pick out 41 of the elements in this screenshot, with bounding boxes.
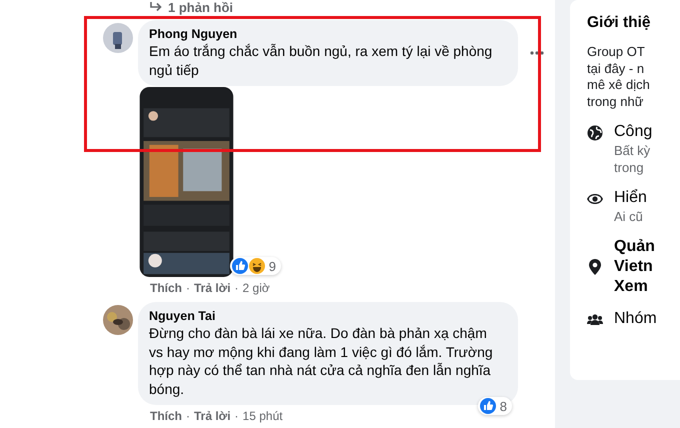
section-title: Giới thiệ [587,14,652,32]
avatar [103,305,133,335]
info-line: Bất kỳ [614,142,652,159]
info-title-line: Quản [614,237,655,257]
reply-arrow-icon [149,1,163,13]
separator-dot: · [234,409,239,424]
globe-icon [587,125,603,141]
eye-icon [587,191,603,207]
reaction-count: 9 [230,257,281,275]
comment-action-link[interactable]: Trả lời [194,281,231,296]
location-pin-icon [587,259,603,275]
comment-action-link[interactable]: Thích [150,281,182,296]
separator-dot: · [186,281,190,296]
info-title: Hiển [614,188,647,208]
author-name[interactable]: Phong Nguyen [149,27,494,42]
reaction-count: 8 [478,397,512,415]
description-line: trong nhữ [587,94,644,110]
avatar [103,23,133,53]
comment-time: 2 giờ [242,281,270,296]
comment-time: 15 phút [242,409,283,424]
separator-dot: · [234,281,239,296]
info-line: Ai cũ [614,208,644,225]
description-line: tại đây - n [587,60,646,77]
replies-link[interactable]: 1 phản hồi [168,0,233,14]
people-icon [587,312,603,328]
comment-action-link[interactable]: Trả lời [194,409,231,424]
info-title: Nhóm [614,309,657,329]
like-icon [232,258,248,274]
like-icon [480,398,496,414]
comment-text: Đừng cho đàn bà lái xe nữa. Do đàn bà phản xạ chậm vs hay mơ mộng khi đang làm 1 việc gì đó lắm. Trường hợp này có thể tan nhà nát cửa cả nghĩa đen lẫn nghĩa bóng. [149,324,494,398]
author-name[interactable]: Nguyen Tai [149,309,494,324]
laugh-icon [248,258,265,274]
info-title: Công [614,122,652,142]
description-line: mê xê dịch [587,77,651,94]
info-title-line: Xem [614,277,649,297]
description-line: Group OT [587,44,646,60]
separator-dot: · [186,409,190,424]
comment-text: Em áo trắng chắc vẫn buồn ngủ, ra xem tý lại về phòng ngủ tiếp [149,42,494,79]
info-title-line: Vietn [614,257,654,277]
comment-action-link[interactable]: Thích [150,409,182,424]
info-line: trong [614,159,645,176]
